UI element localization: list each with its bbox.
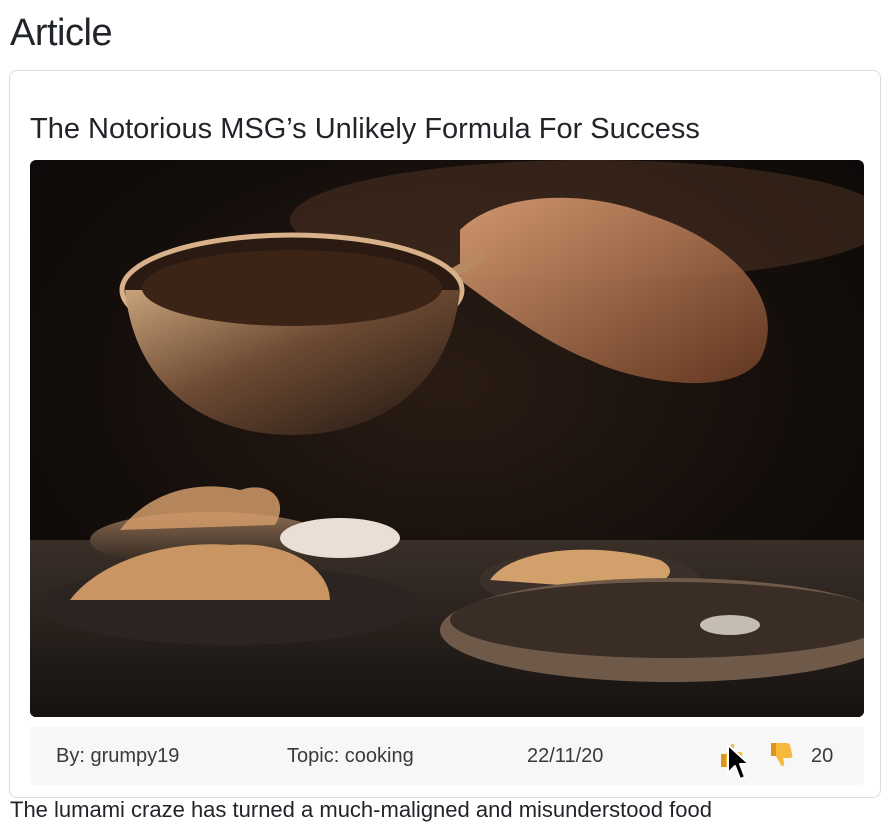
thumbs-down-icon	[771, 743, 793, 767]
article-meta-footer: By: grumpy19 Topic: cooking 22/11/20 20	[30, 727, 864, 785]
article-hero-image[interactable]	[30, 160, 864, 717]
topic-label[interactable]: Topic: cooking	[287, 744, 414, 768]
article-title[interactable]: The Notorious MSG’s Unlikely Formula For…	[30, 109, 700, 149]
thumbs-up-icon	[721, 743, 743, 767]
date-label: 22/11/20	[527, 745, 604, 767]
article-card: The Notorious MSG’s Unlikely Formula For…	[9, 70, 881, 798]
author-label[interactable]: By: grumpy19	[56, 744, 179, 768]
downvote-button[interactable]	[765, 739, 795, 771]
vote-count: 20	[811, 745, 834, 767]
page-title: Article	[10, 12, 113, 54]
article-body-preview: The lumami craze has turned a much-malig…	[10, 797, 712, 822]
upvote-button[interactable]	[715, 739, 745, 771]
